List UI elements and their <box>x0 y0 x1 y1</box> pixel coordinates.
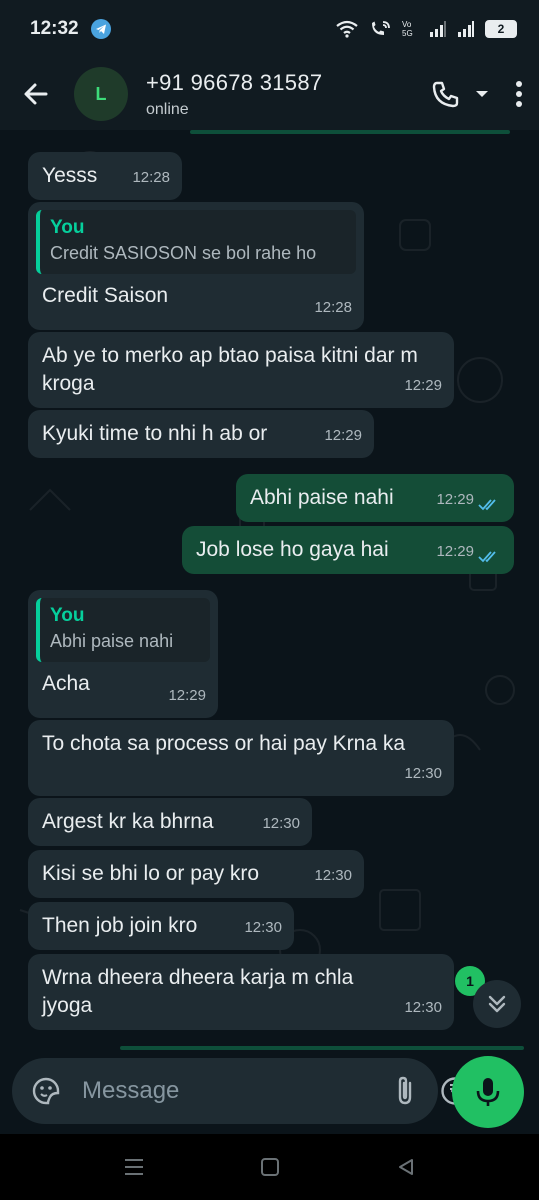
message-time: 12:29 <box>404 377 442 394</box>
quote-author: You <box>50 217 85 238</box>
message-composer <box>12 1058 523 1124</box>
more-vert-icon <box>516 81 522 107</box>
message-time: 12:28 <box>132 169 170 186</box>
voice-message-button[interactable] <box>452 1056 524 1128</box>
status-icons: Vo 5G 2 <box>335 19 517 39</box>
signal-icon <box>429 20 447 38</box>
message-bubble[interactable]: Then job join kro 12:30 <box>28 902 294 950</box>
message-bubble[interactable]: Job lose ho gaya hai 12:29 <box>182 526 514 574</box>
attach-button[interactable] <box>392 1075 418 1107</box>
message-bubble[interactable]: To chota sa process or hai pay Krna ka 1… <box>28 720 454 796</box>
contact-name: +91 96678 31587 <box>146 69 323 95</box>
message-text: Yesss <box>42 164 98 187</box>
contact-status: online <box>146 100 189 118</box>
quoted-message[interactable]: You Credit SASIOSON se bol rahe ho <box>36 210 356 274</box>
chat-header: L +91 96678 31587 online <box>0 58 539 130</box>
message-time: 12:29 <box>324 427 362 444</box>
back-arrow-icon <box>24 83 48 105</box>
message-text: Job lose ho gaya hai <box>196 538 389 561</box>
back-button[interactable] <box>16 74 56 114</box>
message-text: Argest kr ka bhrna <box>42 810 214 833</box>
battery-icon: 2 <box>485 20 517 38</box>
more-options-button[interactable] <box>515 80 523 108</box>
message-time: 12:29 <box>168 687 206 704</box>
chat-area[interactable]: Yesss 12:28 You Credit SASIOSON se bol r… <box>0 130 539 1050</box>
attach-icon <box>398 1076 412 1105</box>
message-text: Credit Saison <box>42 284 169 307</box>
home-button[interactable] <box>252 1149 288 1185</box>
composer-bar <box>0 1050 539 1134</box>
message-bubble[interactable]: Abhi paise nahi 12:29 <box>236 474 514 522</box>
quote-text: Credit SASIOSON se bol rahe ho <box>50 243 317 263</box>
dropdown-arrow-icon <box>476 91 488 97</box>
message-bubble[interactable]: Argest kr ka bhrna 12:30 <box>28 798 312 846</box>
quoted-message[interactable]: You Abhi paise nahi <box>36 598 210 662</box>
quote-author: You <box>50 605 85 626</box>
message-time: 12:30 <box>244 919 282 936</box>
signal-icon <box>457 20 475 38</box>
message-bubble[interactable]: Wrna dheera dheera karja m chla jyoga 12… <box>28 954 454 1030</box>
message-input[interactable] <box>82 1077 392 1105</box>
recents-button[interactable] <box>116 1149 152 1185</box>
message-bubble[interactable]: You Abhi paise nahi Acha 12:29 <box>28 590 218 718</box>
wifi-calling-icon <box>369 20 391 38</box>
contact-info[interactable]: +91 96678 31587 online <box>146 70 322 119</box>
phone-icon <box>432 81 459 108</box>
back-triangle-icon <box>398 1159 413 1175</box>
message-bubble[interactable]: Yesss 12:28 <box>28 152 182 200</box>
svg-text:5G: 5G <box>402 29 413 38</box>
mic-icon <box>476 1078 500 1106</box>
home-square-icon <box>260 1158 279 1176</box>
svg-text:Vo: Vo <box>402 20 412 29</box>
status-bar: 12:32 Vo 5G 2 <box>0 0 539 58</box>
message-text: Wrna dheera dheera karja m chla jyoga <box>42 966 354 1017</box>
message-bubble[interactable]: Kyuki time to nhi h ab or 12:29 <box>28 410 374 458</box>
back-nav-button[interactable] <box>388 1149 424 1185</box>
header-actions <box>431 79 523 109</box>
message-text: Kisi se bhi lo or pay kro <box>42 862 260 885</box>
top-divider <box>190 130 510 134</box>
double-chevron-down-icon <box>488 995 506 1013</box>
avatar-letter: L <box>95 83 107 104</box>
message-text: Then job join kro <box>42 914 198 937</box>
message-time: 12:30 <box>314 867 352 884</box>
status-time: 12:32 <box>30 18 79 39</box>
message-time: 12:29 <box>436 491 474 508</box>
quote-text: Abhi paise nahi <box>50 631 174 651</box>
message-text: To chota sa process or hai pay Krna ka <box>42 732 406 755</box>
message-time: 12:30 <box>404 765 442 782</box>
message-text: Kyuki time to nhi h ab or <box>42 422 268 445</box>
voice-call-button[interactable] <box>431 79 461 109</box>
message-time: 12:28 <box>314 299 352 316</box>
message-time: 12:30 <box>404 999 442 1016</box>
wifi-icon <box>335 20 359 38</box>
message-bubble[interactable]: Kisi se bhi lo or pay kro 12:30 <box>28 850 364 898</box>
volte-icon: Vo 5G <box>401 19 419 39</box>
message-bubble[interactable]: Ab ye to merko ap btao paisa kitni dar m… <box>28 332 454 408</box>
call-options-button[interactable] <box>475 89 489 99</box>
avatar[interactable]: L <box>74 67 128 121</box>
message-time: 12:29 <box>436 543 474 560</box>
message-time: 12:30 <box>262 815 300 832</box>
scroll-to-bottom-button[interactable] <box>473 980 521 1028</box>
sticker-button[interactable] <box>30 1075 62 1107</box>
message-text: Abhi paise nahi <box>250 486 394 509</box>
system-nav-bar <box>0 1134 539 1200</box>
sticker-icon <box>32 1077 60 1105</box>
telegram-icon <box>90 19 111 39</box>
message-text: Ab ye to merko ap btao paisa kitni dar m… <box>42 344 418 395</box>
read-ticks-icon <box>478 551 496 563</box>
message-bubble[interactable]: You Credit SASIOSON se bol rahe ho Credi… <box>28 202 364 330</box>
menu-icon <box>124 1159 143 1175</box>
read-ticks-icon <box>478 499 496 511</box>
